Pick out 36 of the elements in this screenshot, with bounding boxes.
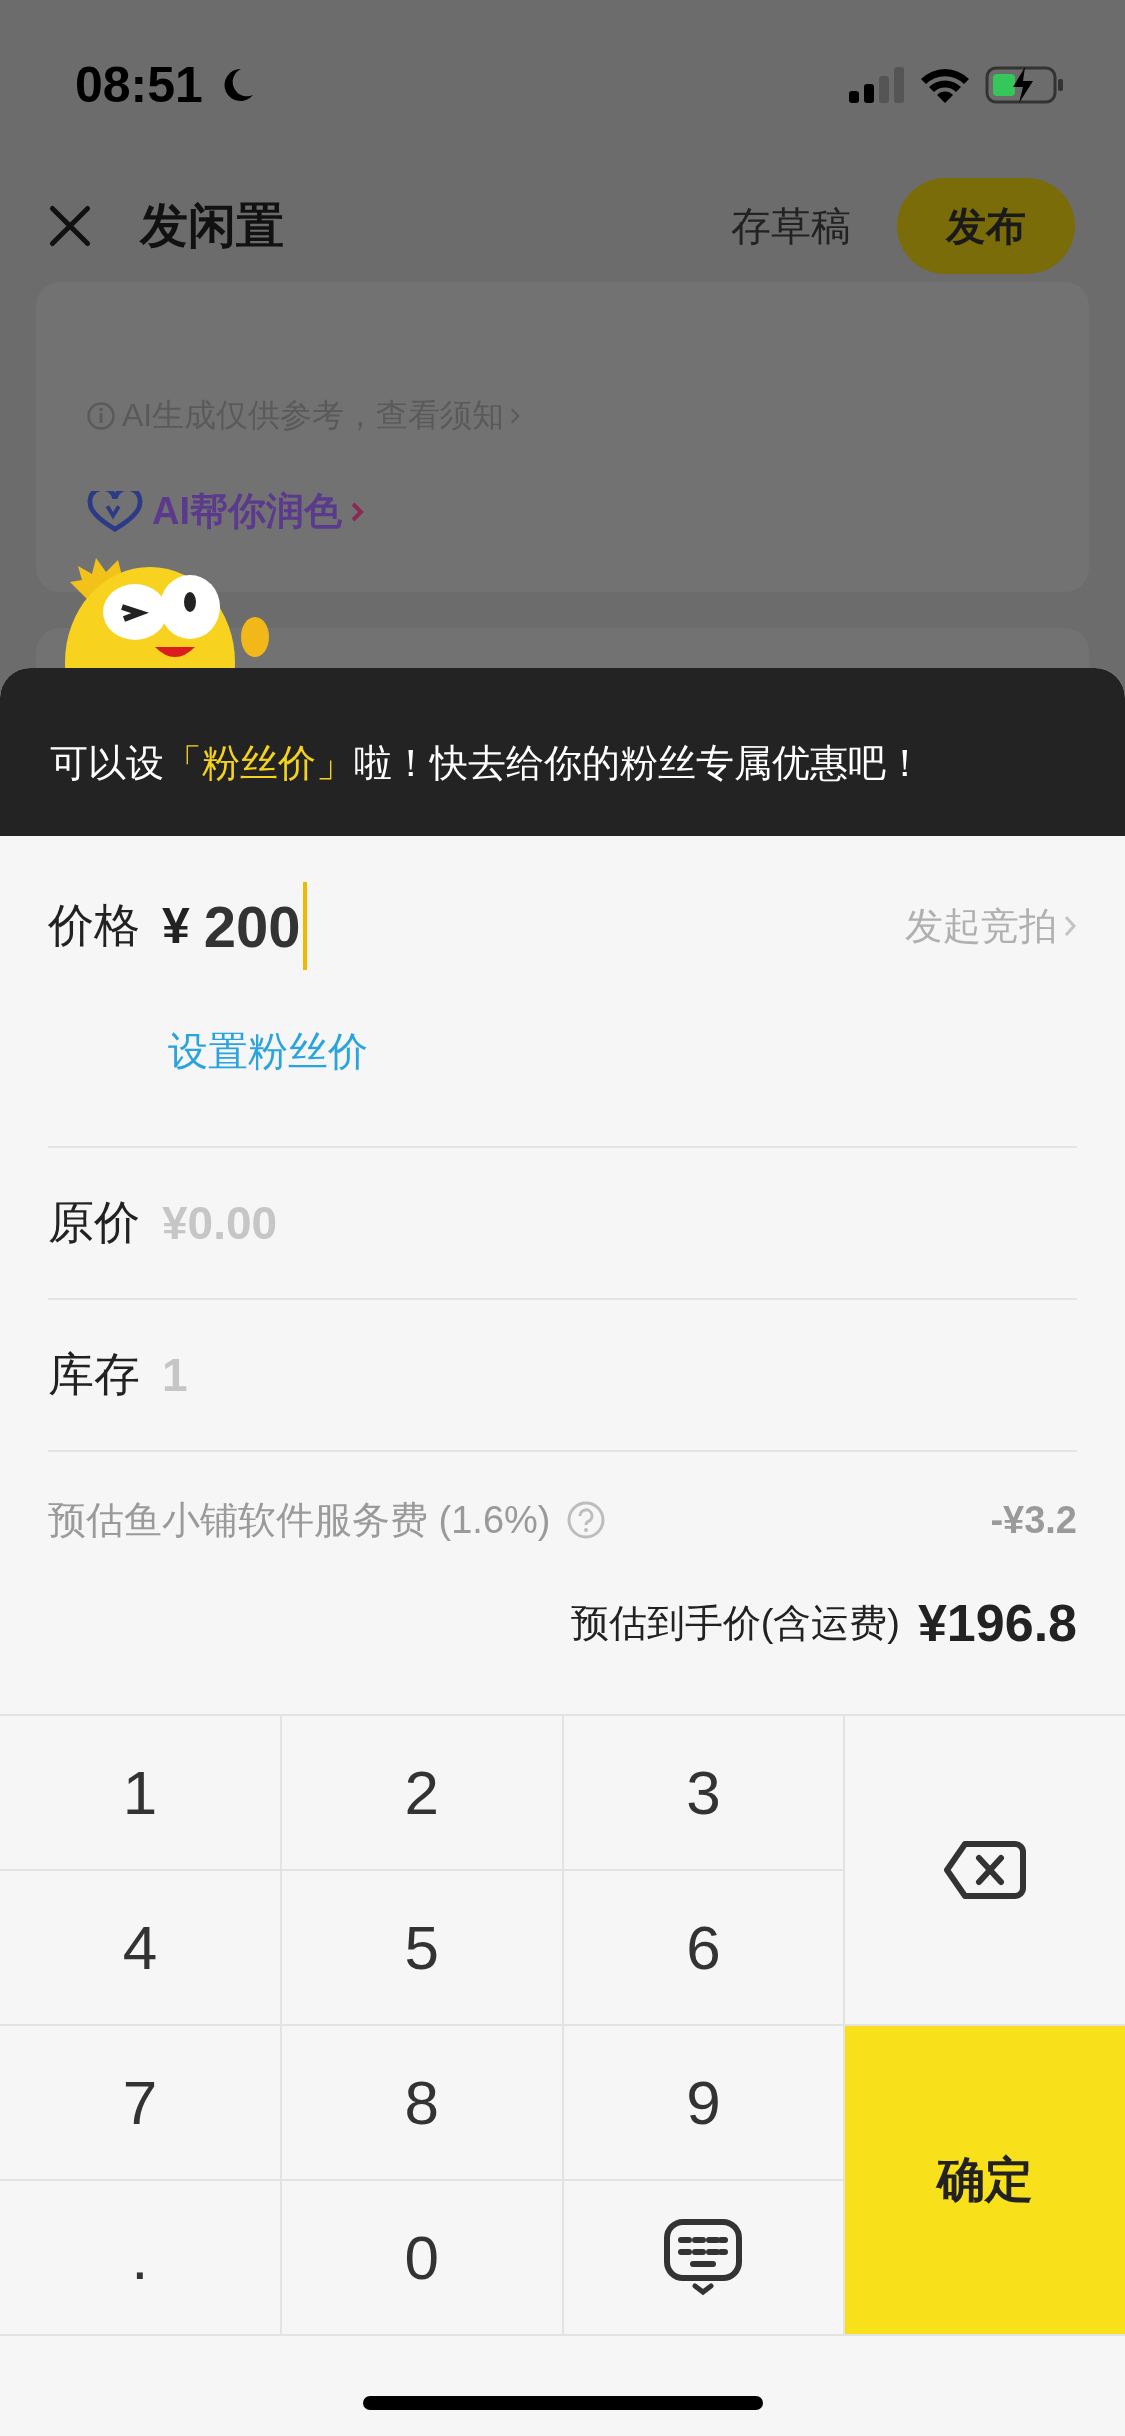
service-fee-label: 预估鱼小铺软件服务费 (1.6%) xyxy=(48,1497,551,1543)
net-price-amount: ¥196.8 xyxy=(917,1593,1077,1653)
status-time: 08:51 xyxy=(75,56,203,114)
field-label: 库存 xyxy=(48,1347,140,1402)
chevron-icon xyxy=(350,500,364,523)
backspace-icon xyxy=(943,1838,1028,1902)
chevron-icon xyxy=(1063,914,1077,938)
keypad-key[interactable]: 1 xyxy=(0,1716,280,1869)
keyboard-hide-icon xyxy=(663,2217,744,2298)
close-icon[interactable] xyxy=(48,204,92,248)
price-input[interactable]: ¥ 200 xyxy=(162,882,307,970)
keypad-key[interactable]: 3 xyxy=(563,1716,844,1869)
wifi-icon xyxy=(919,66,971,104)
keypad-key[interactable]: 5 xyxy=(281,1871,562,2024)
keypad-key[interactable]: 2 xyxy=(281,1716,562,1869)
net-price-label: 预估到手价(含运费) xyxy=(570,1600,900,1646)
confirm-key[interactable]: 确定 xyxy=(845,2026,1125,2334)
keypad-key[interactable]: 4 xyxy=(0,1871,280,2024)
price-label: 价格 xyxy=(48,898,140,953)
page-title: 发闲置 xyxy=(140,198,284,254)
service-fee-amount: -¥3.2 xyxy=(990,1498,1077,1542)
keypad-key[interactable]: 6 xyxy=(563,1871,844,2024)
chevron-icon xyxy=(510,407,521,425)
signal-icon xyxy=(849,67,905,103)
keypad-key[interactable]: 9 xyxy=(563,2026,844,2179)
backspace-key[interactable] xyxy=(845,1716,1125,2024)
keypad-key[interactable]: 7 xyxy=(0,2026,280,2179)
keypad-key[interactable]: 0 xyxy=(281,2181,562,2334)
promo-banner-text: 可以设「粉丝价」啦！快去给你的粉丝专属优惠吧！ xyxy=(50,740,924,786)
heart-sparkle-icon xyxy=(86,490,144,533)
battery-icon xyxy=(985,65,1065,105)
keypad-key[interactable]: . xyxy=(0,2181,280,2334)
hide-keyboard-key[interactable] xyxy=(563,2181,844,2334)
info-icon xyxy=(86,401,116,431)
field-label: 原价 xyxy=(48,1195,140,1250)
keypad-key[interactable]: 8 xyxy=(281,2026,562,2179)
